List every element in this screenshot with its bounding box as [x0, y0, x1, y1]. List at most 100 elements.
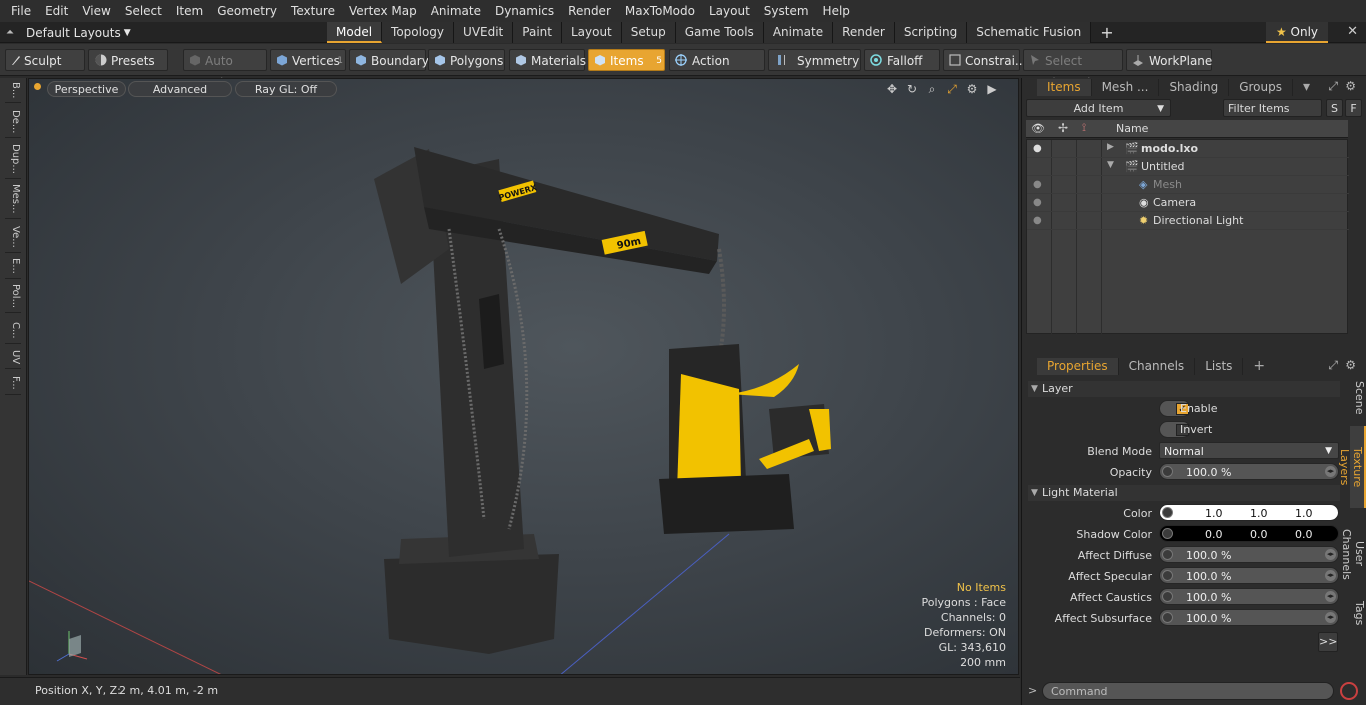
left-tab-5[interactable]: Ve... [5, 226, 21, 253]
filter-items-input[interactable]: Filter Items [1223, 99, 1322, 117]
tab-groups[interactable]: Groups [1229, 79, 1293, 96]
symmetry-button[interactable]: Symmetry [768, 49, 861, 71]
gear-icon[interactable]: ⚙ [1345, 79, 1356, 93]
gear-icon[interactable]: ⚙ [1345, 358, 1356, 372]
3d-viewport[interactable]: Perspective Advanced Ray GL: Off ✥ ↻ ⌕ ⤢… [28, 78, 1019, 675]
add-item-button[interactable]: Add Item ▼ [1026, 99, 1171, 117]
animate-dot-icon[interactable] [1162, 591, 1173, 602]
shadow-r[interactable]: 0.0 [1205, 526, 1223, 543]
affect-subsurface-field[interactable]: 100.0 % ◂▸ [1159, 609, 1339, 626]
add-tab-icon[interactable]: + [1243, 358, 1275, 375]
menu-layout[interactable]: Layout [702, 0, 757, 22]
tab-schematic-fusion[interactable]: Schematic Fusion [967, 22, 1092, 43]
color-b[interactable]: 1.0 [1295, 505, 1313, 522]
slider-arrows-icon[interactable]: ◂▸ [1325, 570, 1336, 581]
animate-dot-icon[interactable] [1162, 528, 1173, 539]
eye-icon[interactable]: ● [1033, 197, 1045, 209]
left-tab-2[interactable]: De... [5, 110, 21, 139]
menu-file[interactable]: File [4, 0, 38, 22]
left-tab-7[interactable]: Pol... [5, 284, 21, 314]
name-column-header[interactable]: Name [1116, 122, 1148, 135]
only-button[interactable]: ★ Only [1266, 22, 1328, 43]
list-item[interactable]: ● ◉ Camera [1027, 194, 1349, 212]
side-tab-scene[interactable]: Scene [1350, 378, 1366, 418]
expand-icon[interactable]: ⤢ [1328, 358, 1338, 373]
tab-lists[interactable]: Lists [1195, 358, 1244, 375]
constraints-button[interactable]: Constrai... [943, 49, 1026, 71]
menu-dynamics[interactable]: Dynamics [488, 0, 561, 22]
slider-arrows-icon[interactable]: ◂▸ [1325, 466, 1336, 477]
tab-mesh[interactable]: Mesh ... [1092, 79, 1160, 96]
side-tab-user-channels[interactable]: User Channels [1340, 514, 1366, 594]
tab-channels[interactable]: Channels [1119, 358, 1196, 375]
tab-layout[interactable]: Layout [561, 22, 622, 43]
list-item[interactable]: ▼ 🎬 Untitled [1027, 158, 1349, 176]
falloff-button[interactable]: Falloff [864, 49, 940, 71]
more-button[interactable]: >> [1318, 632, 1338, 652]
tabs-dropdown-icon[interactable]: ▾ [1293, 79, 1320, 96]
affect-diffuse-field[interactable]: 100.0 % ◂▸ [1159, 546, 1339, 563]
select-through-button[interactable]: Select Through [1023, 49, 1123, 90]
left-tab-8[interactable]: C... [5, 322, 21, 344]
slider-arrows-icon[interactable]: ◂▸ [1325, 612, 1336, 623]
color-field[interactable]: 1.0 1.0 1.0 [1159, 504, 1339, 521]
animate-dot-icon[interactable] [1162, 612, 1173, 623]
slider-arrows-icon[interactable]: ◂▸ [1325, 549, 1336, 560]
menu-geometry[interactable]: Geometry [210, 0, 284, 22]
tab-topology[interactable]: Topology [382, 22, 455, 43]
tab-items[interactable]: Items [1037, 79, 1092, 96]
s-button[interactable]: S [1326, 99, 1343, 117]
shadow-color-field[interactable]: 0.0 0.0 0.0 [1159, 525, 1339, 542]
side-tab-tags[interactable]: Tags [1350, 598, 1366, 626]
animate-dot-icon[interactable] [1162, 570, 1173, 581]
auto-select-button[interactable]: Auto Select [183, 49, 267, 90]
record-icon[interactable] [1340, 682, 1358, 700]
animate-dot-icon[interactable] [1162, 507, 1173, 518]
layout-selector[interactable]: ⏶ Default Layouts ▼ [6, 22, 131, 43]
add-tab-icon[interactable]: + [1091, 22, 1122, 43]
shadow-b[interactable]: 0.0 [1295, 526, 1313, 543]
vertices-button[interactable]: Vertices 1 [270, 49, 346, 71]
menu-animate[interactable]: Animate [424, 0, 488, 22]
color-g[interactable]: 1.0 [1250, 505, 1268, 522]
expand-arrow-icon[interactable]: ▶ [1107, 142, 1114, 152]
left-tab-1[interactable]: B... [5, 82, 21, 104]
crane-model[interactable]: POWERX 90m [374, 147, 831, 654]
menu-render[interactable]: Render [561, 0, 618, 22]
color-r[interactable]: 1.0 [1205, 505, 1223, 522]
list-item[interactable]: ● ▶ 🎬 modo.lxo [1027, 140, 1349, 158]
slider-arrows-icon[interactable]: ◂▸ [1325, 591, 1336, 602]
menu-system[interactable]: System [757, 0, 816, 22]
menu-texture[interactable]: Texture [284, 0, 342, 22]
left-tab-4[interactable]: Mes... [5, 184, 21, 219]
presets-button[interactable]: Presets [88, 49, 168, 71]
axes-column-icon[interactable]: ⟟ [1082, 121, 1086, 135]
tab-game-tools[interactable]: Game Tools [675, 22, 764, 43]
sculpt-button[interactable]: Sculpt [5, 49, 85, 71]
f-button[interactable]: F [1345, 99, 1362, 117]
menu-help[interactable]: Help [816, 0, 857, 22]
light-material-section[interactable]: ▼ Light Material [1028, 485, 1340, 501]
affect-specular-field[interactable]: 100.0 % ◂▸ [1159, 567, 1339, 584]
tab-paint[interactable]: Paint [513, 22, 562, 43]
collapse-arrow-icon[interactable]: ▼ [1107, 160, 1114, 170]
polygons-button[interactable]: Polygons [428, 49, 505, 71]
list-item[interactable]: ● ◈ Mesh [1027, 176, 1349, 194]
blend-mode-select[interactable]: Normal ▼ [1159, 442, 1339, 459]
menu-select[interactable]: Select [118, 0, 169, 22]
action-center-button[interactable]: Action Center [669, 49, 765, 90]
left-tab-9[interactable]: UV [5, 350, 21, 370]
expand-icon[interactable]: ⤢ [1328, 79, 1338, 94]
items-button[interactable]: Items 5 [588, 49, 665, 71]
boundary-button[interactable]: Boundary [349, 49, 429, 71]
left-tab-6[interactable]: E... [5, 258, 21, 279]
eye-icon[interactable]: ● [1033, 179, 1045, 191]
close-icon[interactable]: ✕ [1347, 24, 1358, 39]
eye-icon[interactable]: ● [1033, 143, 1045, 155]
eye-icon[interactable]: ● [1033, 215, 1045, 227]
command-input[interactable]: Command [1042, 682, 1334, 700]
list-item[interactable]: ● ✹ Directional Light [1027, 212, 1349, 230]
opacity-field[interactable]: 100.0 % ◂▸ [1159, 463, 1339, 480]
materials-button[interactable]: Materials [509, 49, 586, 71]
menu-view[interactable]: View [75, 0, 117, 22]
